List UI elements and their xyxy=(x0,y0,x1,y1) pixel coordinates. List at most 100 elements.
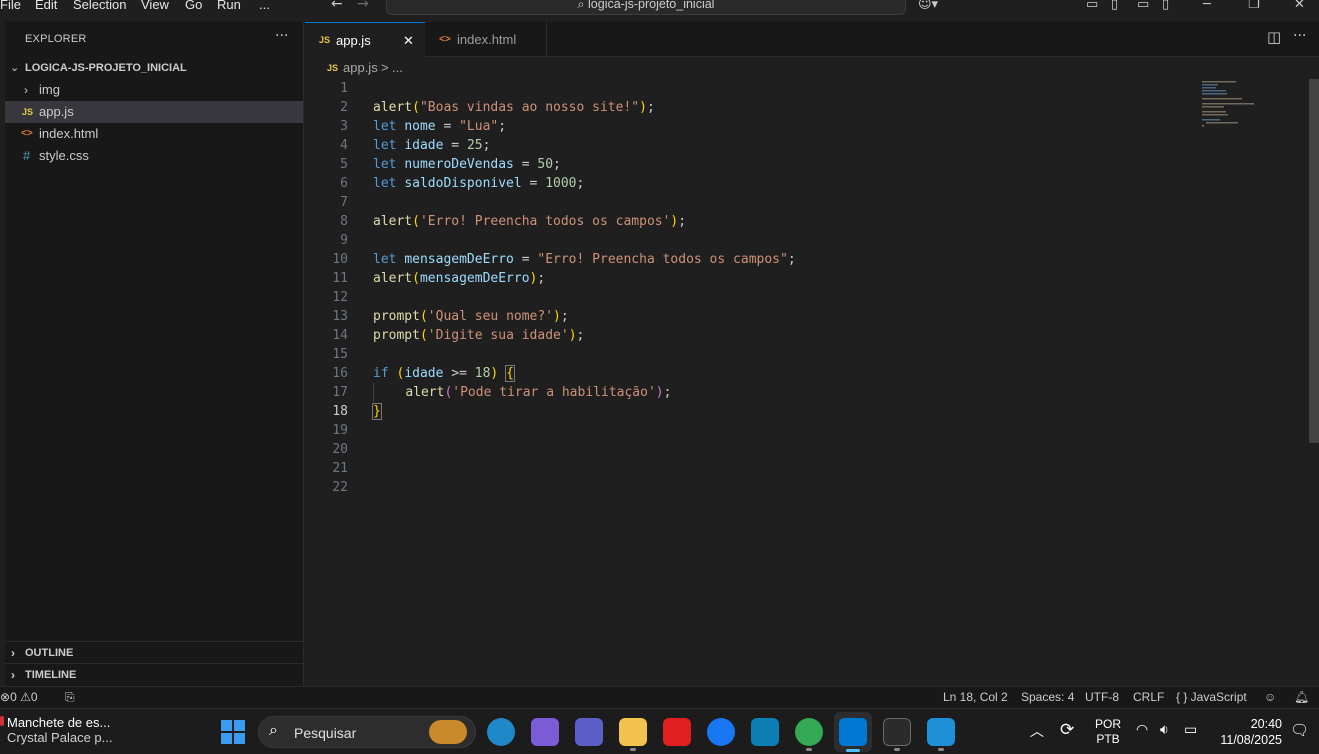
volume-icon[interactable]: 🔉︎ xyxy=(1160,721,1169,738)
layout-customize-icon[interactable]: ▭ xyxy=(1086,0,1102,12)
end-of-line[interactable]: CRLF xyxy=(1133,687,1164,707)
back-arrow-icon[interactable]: ← xyxy=(331,0,343,12)
editor-more-actions-icon[interactable]: ··· xyxy=(1293,28,1306,44)
toggle-sidebar-icon[interactable]: ▯ xyxy=(1111,0,1127,12)
cursor-position[interactable]: Ln 18, Col 2 xyxy=(943,687,1008,707)
keyboard-layout: PTB xyxy=(1096,732,1120,746)
remote-share-icon[interactable]: ⎘ xyxy=(65,687,75,707)
taskbar-search-box[interactable]: ⌕ Pesquisar xyxy=(258,716,476,748)
clock-time: 20:40 xyxy=(1250,717,1282,731)
line-number: 19 xyxy=(332,423,348,438)
code-editor[interactable]: 1 2 3 4 5 6 7 8 9 10 11 12 13 14 15 16 17 18 19 20 21 22 aler… xyxy=(305,79,1310,686)
tree-item-img[interactable]: › img xyxy=(5,79,303,101)
html-file-icon: <> xyxy=(439,34,451,45)
close-window-icon[interactable]: ✕ xyxy=(1294,0,1310,12)
notifications-bell-icon[interactable]: 🔔︎ xyxy=(1294,687,1309,707)
menu-selection[interactable]: Selection xyxy=(73,0,126,12)
vscode-taskbar-item[interactable] xyxy=(834,712,872,752)
copilot-icon[interactable]: ☺▾ xyxy=(918,0,938,12)
breadcrumb-file[interactable]: app.js xyxy=(343,57,378,79)
code-line: prompt('Qual seu nome?'); xyxy=(373,309,569,324)
indentation[interactable]: Spaces: 4 xyxy=(1021,687,1074,707)
breadcrumb-separator: > xyxy=(381,60,389,75)
folder-root-label: LOGICA-JS-PROJETO_INICIAL xyxy=(25,62,187,74)
code-line: let idade = 25; xyxy=(373,138,491,153)
toggle-secondary-sidebar-icon[interactable]: ▯ xyxy=(1162,0,1178,12)
outline-panel-header[interactable]: › OUTLINE xyxy=(5,641,303,663)
split-editor-icon[interactable]: ◫ xyxy=(1267,28,1281,46)
command-center-search[interactable]: ⌕ logica-js-projeto_inicial xyxy=(386,0,906,15)
line-number: 3 xyxy=(340,119,348,134)
more-actions-icon[interactable]: ··· xyxy=(275,28,288,44)
problems-indicator[interactable]: ⊗0 ⚠0 xyxy=(0,687,38,707)
code-line: alert('Pode tirar a habilitação'); xyxy=(373,383,671,402)
battery-icon[interactable]: ▭ xyxy=(1184,721,1197,738)
tree-item-app-js[interactable]: JS app.js xyxy=(5,101,303,123)
chevron-right-icon: › xyxy=(11,668,15,682)
tree-item-label: style.css xyxy=(39,148,89,163)
tree-item-index-html[interactable]: <> index.html xyxy=(5,123,303,145)
teams-icon[interactable] xyxy=(575,718,603,746)
line-number: 5 xyxy=(340,157,348,172)
wifi-icon[interactable]: ◠ xyxy=(1136,721,1148,738)
youtube-icon[interactable] xyxy=(663,718,691,746)
line-number: 12 xyxy=(332,290,348,305)
toggle-panel-icon[interactable]: ▭ xyxy=(1137,0,1153,12)
forward-arrow-icon[interactable]: → xyxy=(357,0,369,12)
minimap[interactable] xyxy=(1200,79,1300,129)
menu-go[interactable]: Go xyxy=(185,0,202,12)
line-number: 11 xyxy=(332,271,348,286)
copilot-app-icon[interactable] xyxy=(531,718,559,746)
minimize-icon[interactable]: ─ xyxy=(1203,0,1219,12)
chevron-down-icon: ⌄ xyxy=(10,62,20,74)
news-widget[interactable]: Manchete de es... Crystal Palace p... xyxy=(7,715,113,745)
line-number: 7 xyxy=(340,195,348,210)
copilot-status-icon[interactable]: ☺ xyxy=(1264,687,1276,707)
cisco-app-icon[interactable] xyxy=(751,718,779,746)
menu-edit[interactable]: Edit xyxy=(35,0,57,12)
close-icon[interactable]: ✕ xyxy=(403,23,414,58)
tab-app-js[interactable]: JS app.js ✕ xyxy=(305,22,425,57)
menu-file[interactable]: File xyxy=(0,0,21,12)
menu-run[interactable]: Run xyxy=(217,0,241,12)
windows-start-icon[interactable] xyxy=(219,718,247,746)
terminal-icon[interactable] xyxy=(883,718,911,746)
folder-root[interactable]: ⌄ LOGICA-JS-PROJETO_INICIAL xyxy=(5,57,303,79)
code-line: alert("Boas vindas ao nosso site!"); xyxy=(373,100,655,115)
sync-icon[interactable]: ⟳ xyxy=(1060,720,1074,740)
language-mode[interactable]: { } JavaScript xyxy=(1176,687,1247,707)
restore-icon[interactable]: ❐ xyxy=(1248,0,1264,12)
chrome-icon[interactable] xyxy=(795,718,823,746)
menu-more[interactable]: ... xyxy=(259,0,270,12)
encoding[interactable]: UTF-8 xyxy=(1085,687,1119,707)
input-language[interactable]: POR PTB xyxy=(1095,717,1121,747)
file-explorer-icon[interactable] xyxy=(619,718,647,746)
search-icon: ⌕ xyxy=(269,722,278,739)
breadcrumb-symbols[interactable]: ... xyxy=(392,57,403,79)
windows-taskbar: Manchete de es... Crystal Palace p... ⌕ … xyxy=(0,708,1319,754)
edge-browser-icon[interactable] xyxy=(487,718,515,746)
menu-view[interactable]: View xyxy=(141,0,169,12)
clock[interactable]: 20:40 11/08/2025 xyxy=(1212,716,1282,748)
timeline-panel-header[interactable]: › TIMELINE xyxy=(5,663,303,685)
vertical-scrollbar[interactable] xyxy=(1309,79,1319,443)
tree-item-style-css[interactable]: # style.css xyxy=(5,145,303,167)
line-number: 21 xyxy=(332,461,348,476)
notification-center-icon[interactable]: 🗨︎ xyxy=(1290,721,1309,739)
search-placeholder: Pesquisar xyxy=(294,725,357,741)
notepad-icon[interactable] xyxy=(927,718,955,746)
tree-item-label: index.html xyxy=(39,126,99,141)
line-number: 13 xyxy=(332,309,348,324)
chevron-right-icon: › xyxy=(24,83,28,97)
code-line: let nome = "Lua"; xyxy=(373,119,507,134)
chevron-up-icon[interactable]: ︿ xyxy=(1030,721,1044,741)
news-alert-icon xyxy=(0,716,4,726)
tab-index-html[interactable]: <> index.html xyxy=(425,22,547,57)
code-line: let numeroDeVendas = 50; xyxy=(373,157,561,172)
editor-tab-bar: JS app.js ✕ <> index.html ◫ ··· xyxy=(305,22,1319,57)
facebook-icon[interactable] xyxy=(707,718,735,746)
code-line: if (idade >= 18) { xyxy=(373,365,515,382)
status-bar: ⊗0 ⚠0 ⎘ Ln 18, Col 2 Spaces: 4 UTF-8 CRL… xyxy=(0,686,1319,708)
js-file-icon: JS xyxy=(22,107,34,117)
minimap-preview xyxy=(1202,81,1254,127)
